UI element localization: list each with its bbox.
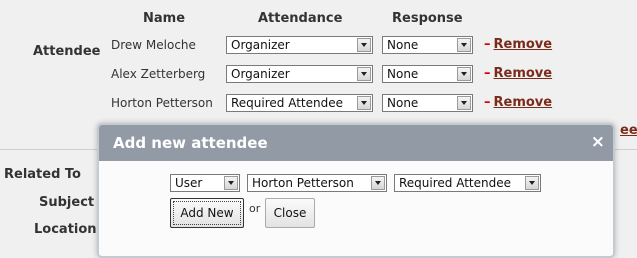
- attendance-select[interactable]: Organizer: [226, 65, 373, 83]
- response-select[interactable]: None: [382, 94, 473, 112]
- subject-label: Subject: [39, 195, 95, 210]
- remove-link-label: Remove: [493, 37, 553, 52]
- remove-attendee-link[interactable]: – Remove: [484, 37, 552, 52]
- response-value: None: [387, 38, 419, 52]
- chevron-down-icon: [457, 96, 471, 110]
- minus-icon: –: [484, 37, 491, 52]
- minus-icon: –: [484, 95, 491, 110]
- attendee-label: Attendee: [33, 44, 101, 59]
- attendance-value: Required Attendee: [231, 96, 344, 110]
- chevron-down-icon: [457, 67, 471, 81]
- related-to-label: Related To: [4, 167, 81, 182]
- attendee-person-select[interactable]: Horton Petterson: [247, 174, 387, 192]
- chevron-down-icon: [357, 67, 371, 81]
- remove-attendee-link[interactable]: – Remove: [484, 95, 552, 110]
- dialog-title: Add new attendee: [113, 134, 268, 152]
- attendee-name: Alex Zetterberg: [111, 67, 206, 81]
- add-attendee-dialog: Add new attendee × User Horton Petterson…: [97, 123, 615, 258]
- add-attendee-link[interactable]: ee: [620, 123, 637, 138]
- column-header-name: Name: [143, 11, 186, 26]
- add-new-button[interactable]: Add New: [170, 198, 244, 228]
- response-value: None: [387, 67, 419, 81]
- attendee-person-value: Horton Petterson: [252, 176, 354, 190]
- remove-link-label: Remove: [493, 66, 553, 81]
- location-label: Location: [34, 222, 97, 237]
- attendance-type-select[interactable]: Required Attendee: [394, 174, 541, 192]
- chevron-down-icon: [525, 176, 539, 190]
- column-header-attendance: Attendance: [258, 11, 343, 26]
- column-header-response: Response: [392, 11, 463, 26]
- attendee-type-select[interactable]: User: [170, 174, 240, 192]
- attendance-type-value: Required Attendee: [399, 176, 512, 190]
- attendee-name: Drew Meloche: [111, 38, 196, 52]
- remove-attendee-link[interactable]: – Remove: [484, 66, 552, 81]
- chevron-down-icon: [357, 38, 371, 52]
- attendance-value: Organizer: [231, 67, 290, 81]
- chevron-down-icon: [371, 176, 385, 190]
- or-text: or: [249, 202, 261, 215]
- attendee-type-value: User: [175, 176, 203, 190]
- remove-link-label: Remove: [493, 95, 553, 110]
- minus-icon: –: [484, 66, 491, 81]
- response-select[interactable]: None: [382, 65, 473, 83]
- attendance-value: Organizer: [231, 38, 290, 52]
- attendee-name: Horton Petterson: [111, 96, 213, 110]
- chevron-down-icon: [224, 176, 238, 190]
- chevron-down-icon: [357, 96, 371, 110]
- chevron-down-icon: [457, 38, 471, 52]
- dialog-header: Add new attendee ×: [99, 125, 613, 161]
- close-button[interactable]: Close: [265, 198, 315, 228]
- close-icon[interactable]: ×: [591, 132, 605, 152]
- response-value: None: [387, 96, 419, 110]
- attendance-select[interactable]: Required Attendee: [226, 94, 373, 112]
- response-select[interactable]: None: [382, 36, 473, 54]
- attendance-select[interactable]: Organizer: [226, 36, 373, 54]
